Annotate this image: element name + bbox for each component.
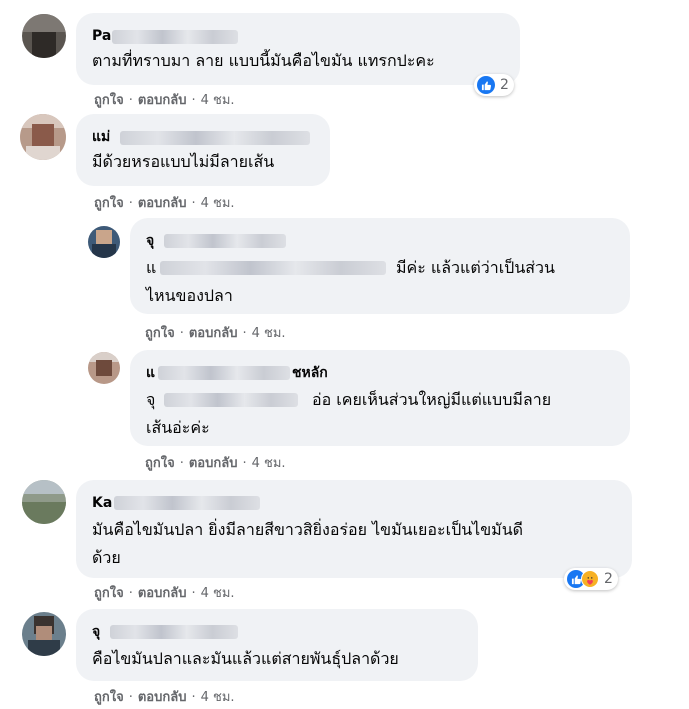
comment-bubble: จุ คือไขมันปลาและมันแล้วแต่สายพันธุ์ปลาด… [76, 609, 478, 681]
like-button[interactable]: ถูกใจ [94, 196, 124, 211]
separator: · [179, 326, 184, 341]
redacted-name [112, 30, 238, 44]
comment-text: มีด้วยหรอแบบไม่มีลายเส้น [92, 152, 275, 171]
timestamp[interactable]: 4 ชม. [201, 586, 235, 601]
separator: · [128, 586, 133, 601]
commenter-name[interactable]: จุ [92, 623, 100, 641]
reply-button[interactable]: ตอบกลับ [138, 93, 187, 108]
comment-text: เส้นอ่ะค่ะ [146, 418, 210, 437]
redacted-mention[interactable] [164, 393, 298, 407]
comment-bubble: แ ชหลัก จุ อ่อ เคยเห็นส่วนใหญ่มีแต่แบบมี… [130, 350, 630, 446]
avatar[interactable] [88, 226, 120, 258]
commenter-name[interactable]: แ [146, 364, 155, 382]
mention-prefix: แ [146, 258, 157, 277]
separator: · [191, 196, 196, 211]
like-button[interactable]: ถูกใจ [94, 93, 124, 108]
reply-button[interactable]: ตอบกลับ [138, 586, 187, 601]
comment-actions: ถูกใจ · ตอบกลับ · 4 ชม. [145, 322, 286, 343]
reply-button[interactable]: ตอบกลับ [138, 196, 187, 211]
like-button[interactable]: ถูกใจ [94, 690, 124, 705]
comment-text: คือไขมันปลาและมันแล้วแต่สายพันธุ์ปลาด้วย [92, 649, 399, 668]
redacted-name [110, 625, 238, 639]
commenter-name[interactable]: Pa [92, 27, 111, 45]
reaction-count: 2 [604, 571, 613, 587]
comment-bubble: แม่ มีด้วยหรอแบบไม่มีลายเส้น [76, 114, 330, 186]
comment-actions: ถูกใจ · ตอบกลับ · 4 ชม. [145, 452, 286, 473]
reaction-summary[interactable]: 2 [474, 74, 514, 96]
like-button[interactable]: ถูกใจ [145, 326, 175, 341]
mention-prefix: จุ [146, 390, 156, 409]
avatar[interactable] [88, 352, 120, 384]
timestamp[interactable]: 4 ชม. [201, 93, 235, 108]
care-icon [581, 570, 599, 588]
like-button[interactable]: ถูกใจ [94, 586, 124, 601]
comment-bubble: จุ แ มีค่ะ แล้วแต่ว่าเป็นส่วน ไหนของปลา [130, 218, 630, 314]
reply-button[interactable]: ตอบกลับ [138, 690, 187, 705]
separator: · [128, 690, 133, 705]
reaction-count: 2 [500, 77, 509, 93]
comment-actions: ถูกใจ · ตอบกลับ · 4 ชม. [94, 686, 235, 707]
like-icon [477, 76, 495, 94]
commenter-name-suffix[interactable]: ชหลัก [292, 364, 328, 382]
avatar[interactable] [22, 480, 66, 524]
comment-text: ตามที่ทราบมา ลาย แบบนี้มันคือไขมัน แทรกป… [92, 51, 435, 70]
separator: · [128, 196, 133, 211]
separator: · [191, 93, 196, 108]
separator: · [191, 586, 196, 601]
commenter-name[interactable]: Ka [92, 494, 112, 512]
comment-text: ด้วย [92, 548, 121, 567]
commenter-name[interactable]: จุ [146, 232, 154, 250]
comment-text: ไหนของปลา [146, 286, 233, 305]
redacted-name [158, 366, 290, 380]
comment-actions: ถูกใจ · ตอบกลับ · 4 ชม. [94, 582, 235, 603]
timestamp[interactable]: 4 ชม. [201, 196, 235, 211]
timestamp[interactable]: 4 ชม. [252, 456, 286, 471]
comment-actions: ถูกใจ · ตอบกลับ · 4 ชม. [94, 192, 235, 213]
comment-actions: ถูกใจ · ตอบกลับ · 4 ชม. [94, 89, 235, 110]
redacted-name [164, 234, 286, 248]
redacted-mention[interactable] [160, 261, 386, 275]
redacted-name [114, 496, 260, 510]
reaction-summary[interactable]: 2 [564, 568, 618, 590]
like-button[interactable]: ถูกใจ [145, 456, 175, 471]
avatar[interactable] [20, 114, 66, 160]
comment-text: มันคือไขมันปลา ยิ่งมีลายสีขาวสิยิ่งอร่อย… [92, 520, 524, 539]
timestamp[interactable]: 4 ชม. [252, 326, 286, 341]
timestamp[interactable]: 4 ชม. [201, 690, 235, 705]
reply-button[interactable]: ตอบกลับ [189, 456, 238, 471]
separator: · [242, 456, 247, 471]
separator: · [242, 326, 247, 341]
comment-bubble: Ka มันคือไขมันปลา ยิ่งมีลายสีขาวสิยิ่งอร… [76, 480, 632, 578]
commenter-name[interactable]: แม่ [92, 128, 110, 146]
comment-bubble: Pa ตามที่ทราบมา ลาย แบบนี้มันคือไขมัน แท… [76, 13, 520, 85]
comment-text: อ่อ เคยเห็นส่วนใหญ่มีแต่แบบมีลาย [312, 390, 552, 409]
comment-text: มีค่ะ แล้วแต่ว่าเป็นส่วน [396, 258, 555, 277]
reply-button[interactable]: ตอบกลับ [189, 326, 238, 341]
avatar[interactable] [22, 612, 66, 656]
redacted-name [120, 131, 310, 145]
separator: · [128, 93, 133, 108]
avatar[interactable] [22, 14, 66, 58]
separator: · [191, 690, 196, 705]
separator: · [179, 456, 184, 471]
